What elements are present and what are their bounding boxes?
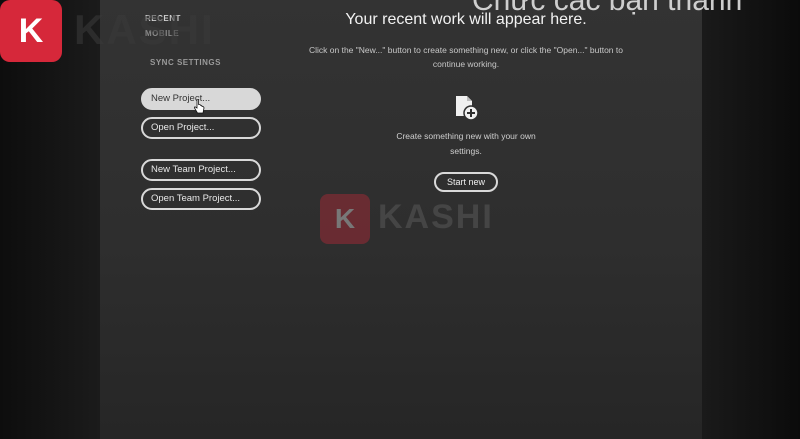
watermark: K KASHI — [320, 194, 492, 244]
start-new-button[interactable]: Start new — [434, 172, 498, 192]
kashi-logo-icon: K — [0, 0, 62, 62]
page-subtitle: Click on the "New..." button to create s… — [309, 45, 623, 69]
new-team-project-button[interactable]: New Team Project... — [141, 159, 261, 181]
watermark-logo-icon: K — [320, 194, 370, 244]
new-document-plus-icon — [456, 96, 479, 121]
left-background — [0, 0, 100, 439]
tab-sync-settings[interactable]: SYNC SETTINGS — [150, 58, 221, 67]
watermark-text: KASHI — [378, 198, 494, 236]
create-description: Create something new with your own setti… — [396, 131, 536, 156]
video-caption: Chức các bạn thành — [472, 0, 743, 17]
right-background — [702, 0, 800, 439]
open-team-project-button[interactable]: Open Team Project... — [141, 188, 261, 210]
open-project-button[interactable]: Open Project... — [141, 117, 261, 139]
kashi-logo-text: KASHI — [74, 6, 215, 53]
hand-cursor-icon — [193, 99, 205, 114]
